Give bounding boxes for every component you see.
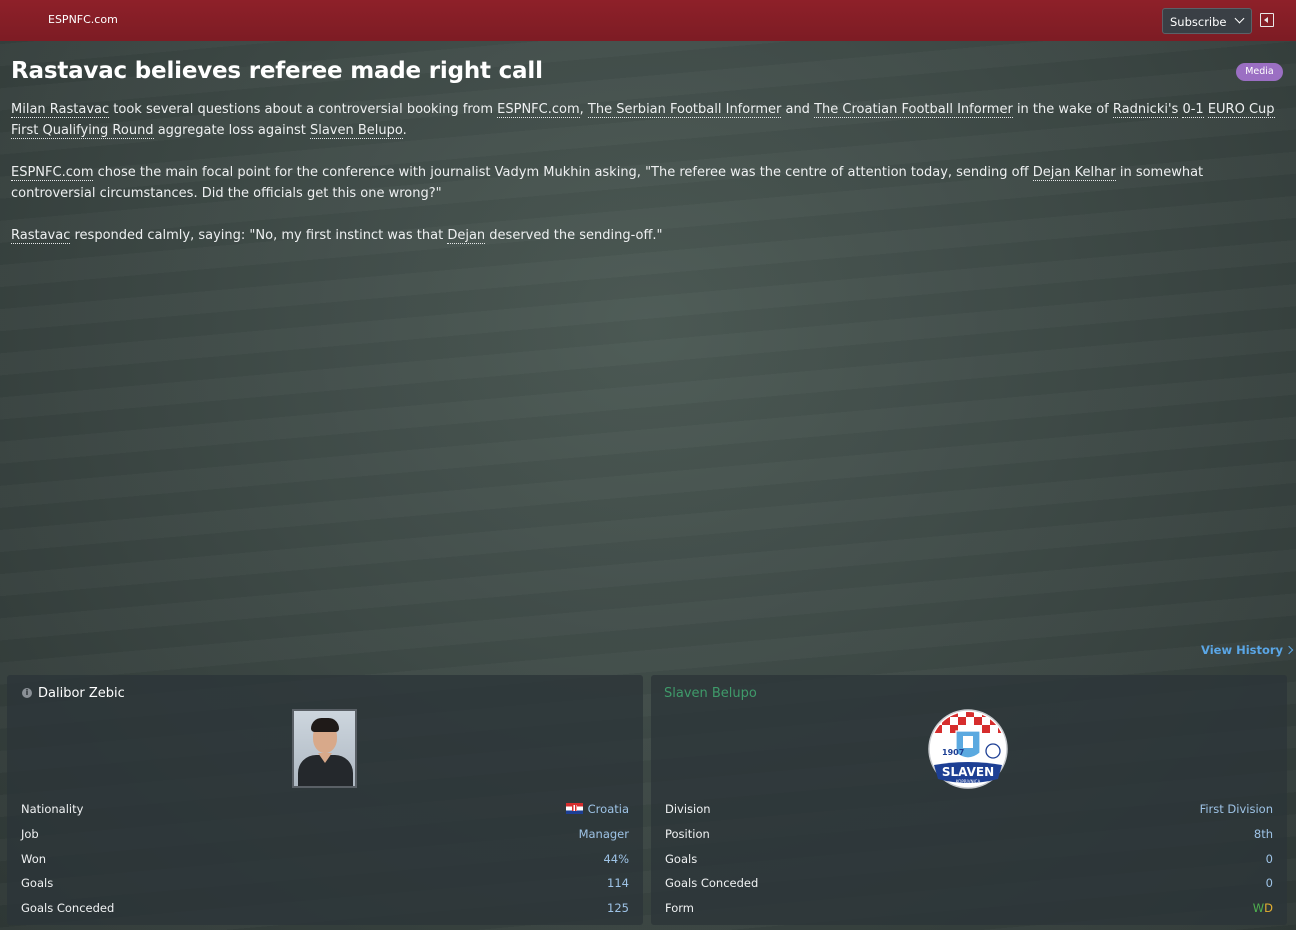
link-score[interactable]: 0-1 [1182, 102, 1204, 118]
crest-club-name: SLAVEN [942, 765, 994, 779]
stat-row: Job Manager [21, 822, 629, 847]
link-radnicki[interactable]: Radnicki's [1112, 102, 1179, 118]
chevron-right-icon [1284, 645, 1294, 655]
article-text: aggregate loss against [153, 123, 310, 138]
article-text: took several questions about a controver… [109, 102, 498, 117]
croatia-flag-icon [565, 803, 583, 814]
article-text: responded calmly, saying: "No, my first … [70, 228, 448, 243]
stat-label: Division [665, 802, 711, 816]
avatar-hair [311, 718, 339, 732]
article-paragraph: Milan Rastavac took several questions ab… [11, 99, 1281, 141]
article-paragraph: ESPNFC.com chose the main focal point fo… [11, 162, 1281, 204]
stat-value: 125 [607, 901, 629, 916]
stat-value: 44% [603, 851, 629, 866]
nationality-value[interactable]: Croatia [565, 802, 629, 816]
link-serbian-football-informer[interactable]: The Serbian Football Informer [587, 102, 782, 118]
subscribe-dropdown[interactable]: Subscribe [1162, 8, 1252, 34]
article-text: . [402, 123, 407, 138]
stat-label: Won [21, 851, 47, 866]
subscribe-label: Subscribe [1170, 15, 1227, 29]
stat-value: Manager [578, 826, 629, 841]
stat-value: 114 [607, 876, 629, 891]
stat-row: Won 44% [21, 847, 629, 872]
top-bar: ESPNFC.com Subscribe [0, 0, 1296, 41]
article-text: in the wake of [1012, 102, 1113, 117]
link-slaven-belupo[interactable]: Slaven Belupo [309, 123, 403, 139]
stat-value: 8th [1253, 826, 1273, 841]
stat-row: Form WD [665, 896, 1273, 921]
crest-ball [985, 743, 1001, 759]
link-dejan[interactable]: Dejan [447, 228, 486, 244]
crest-tower [963, 736, 973, 748]
link-espnfc[interactable]: ESPNFC.com [11, 165, 94, 181]
media-badge: Media [1236, 63, 1283, 81]
link-milan-rastavac[interactable]: Milan Rastavac [11, 102, 110, 118]
chevron-down-icon [1234, 13, 1245, 24]
view-history-link[interactable]: View History [1201, 643, 1294, 657]
link-espnfc[interactable]: ESPNFC.com [497, 102, 580, 118]
stat-row: Goals Conceded 125 [21, 896, 629, 921]
link-rastavac[interactable]: Rastavac [11, 228, 71, 244]
collapse-panel-icon[interactable] [1260, 13, 1274, 27]
source-name[interactable]: ESPNFC.com [48, 13, 118, 26]
crest-year: 1907 [942, 748, 964, 757]
stat-label: Goals [21, 876, 54, 891]
stat-value: 0 [1265, 851, 1273, 866]
crest-town: KOPRIVNICA [956, 779, 981, 784]
division-link[interactable]: First Division [1200, 802, 1273, 816]
stat-row: Nationality Croatia [21, 797, 629, 822]
stat-label: Goals Conceded [665, 876, 759, 891]
stat-row: Goals Conceded 0 [665, 871, 1273, 896]
stat-row: Goals 114 [21, 871, 629, 896]
article-headline: Rastavac believes referee made right cal… [11, 58, 543, 84]
stat-label: Job [21, 826, 39, 841]
stat-value: 0 [1265, 876, 1273, 891]
article-body: Milan Rastavac took several questions ab… [11, 99, 1281, 267]
stat-label: Goals [665, 851, 698, 866]
stat-row: Division First Division [665, 797, 1273, 822]
club-stats: Division First Division Position 8th Goa… [665, 797, 1273, 921]
stat-label: Position [665, 826, 710, 841]
nationality-text: Croatia [587, 802, 629, 816]
stat-label: Nationality [21, 802, 84, 816]
article-text: and [781, 102, 815, 117]
view-history-label: View History [1201, 643, 1284, 657]
stat-row: Position 8th [665, 822, 1273, 847]
article-paragraph: Rastavac responded calmly, saying: "No, … [11, 225, 1281, 246]
stat-label: Goals Conceded [21, 901, 115, 916]
person-avatar[interactable] [292, 709, 357, 788]
link-dejan-kelhar[interactable]: Dejan Kelhar [1032, 165, 1116, 181]
form-value: WD [1253, 901, 1273, 915]
article-text: , [579, 102, 588, 117]
person-panel: i Dalibor Zebic Nationality Croatia Job … [7, 675, 643, 925]
form-result-win: W [1252, 901, 1265, 916]
club-name[interactable]: Slaven Belupo [664, 686, 757, 701]
stat-row: Goals 0 [665, 847, 1273, 872]
club-panel: Slaven Belupo 1907 SLAVEN KOPRIVNICA Div… [651, 675, 1287, 925]
link-croatian-football-informer[interactable]: The Croatian Football Informer [814, 102, 1013, 118]
info-icon[interactable]: i [22, 688, 32, 698]
person-name[interactable]: Dalibor Zebic [38, 686, 125, 701]
article-text: deserved the sending-off." [485, 228, 663, 243]
stat-label: Form [665, 901, 694, 916]
article-text: chose the main focal point for the confe… [93, 165, 1033, 180]
form-result-draw: D [1264, 901, 1273, 916]
club-crest-icon[interactable]: 1907 SLAVEN KOPRIVNICA [928, 709, 1008, 789]
person-stats: Nationality Croatia Job Manager Won 44% … [21, 797, 629, 921]
